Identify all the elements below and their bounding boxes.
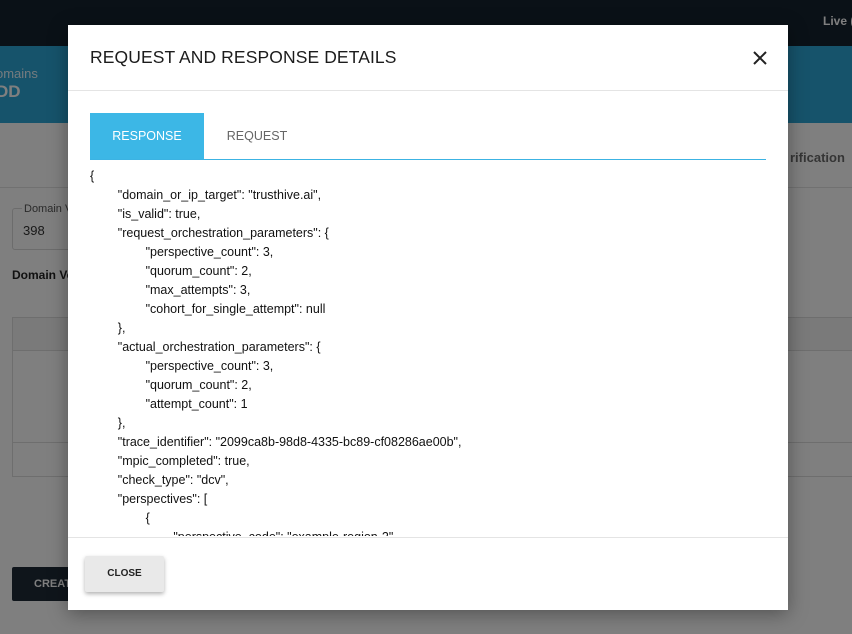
tab-request[interactable]: REQUEST	[204, 113, 310, 159]
json-line: "attempt_count": 1	[90, 397, 248, 411]
json-line: "perspective_count": 3,	[90, 245, 274, 259]
json-line: "check_type": "dcv",	[90, 473, 229, 487]
json-line: "perspective_count": 3,	[90, 359, 274, 373]
modal-footer: CLOSE	[68, 537, 788, 611]
json-line: "max_attempts": 3,	[90, 283, 251, 297]
json-line: {	[90, 169, 95, 183]
response-json-viewer[interactable]: { "domain_or_ip_target": "trusthive.ai",…	[90, 167, 766, 536]
json-line: "domain_or_ip_target": "trusthive.ai",	[90, 188, 322, 202]
json-line: "quorum_count": 2,	[90, 378, 252, 392]
details-modal: REQUEST AND RESPONSE DETAILS RESPONSE RE…	[68, 25, 788, 610]
json-line: "perspectives": [	[90, 492, 208, 506]
json-line: {	[90, 511, 150, 525]
close-icon[interactable]	[751, 49, 769, 67]
modal-header: REQUEST AND RESPONSE DETAILS	[68, 25, 788, 91]
modal-title: REQUEST AND RESPONSE DETAILS	[90, 47, 397, 67]
close-button[interactable]: CLOSE	[85, 556, 164, 592]
json-line: "quorum_count": 2,	[90, 264, 252, 278]
modal-tabs: RESPONSE REQUEST	[90, 113, 766, 160]
json-line: "mpic_completed": true,	[90, 454, 250, 468]
json-line: },	[90, 321, 126, 335]
json-line: "cohort_for_single_attempt": null	[90, 302, 326, 316]
json-line: "request_orchestration_parameters": {	[90, 226, 329, 240]
json-line: "is_valid": true,	[90, 207, 201, 221]
tab-response[interactable]: RESPONSE	[90, 113, 204, 159]
app-page: Live ( omains DD rification Domain V 398…	[0, 0, 852, 634]
json-line: "actual_orchestration_parameters": {	[90, 340, 321, 354]
json-line: "perspective_code": "example-region-2",	[90, 528, 766, 536]
json-line: "trace_identifier": "2099ca8b-98d8-4335-…	[90, 435, 462, 449]
json-line: },	[90, 416, 126, 430]
